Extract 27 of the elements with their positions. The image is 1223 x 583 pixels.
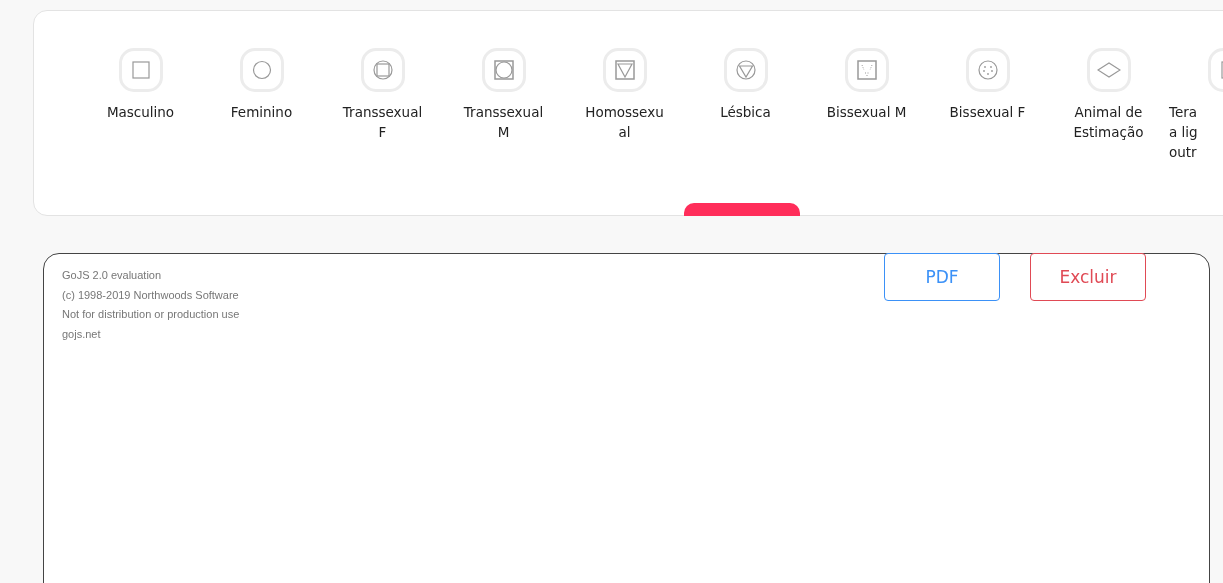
palette-label: Feminino (230, 103, 293, 122)
palette-label: Homossexu al (585, 103, 664, 142)
palette-label: Tera a lig outr (1169, 103, 1198, 162)
shape-icon[interactable] (723, 48, 768, 92)
palette-label: Lésbica (720, 103, 771, 122)
palette-label: Animal de Estimação (1073, 103, 1144, 142)
palette-label: Transsexual M (463, 103, 544, 142)
evaluation-notice: GoJS 2.0 evaluation (62, 268, 162, 283)
evaluation-notice: Not for distribution or production use (62, 307, 240, 322)
shape-icon[interactable] (360, 48, 405, 92)
evaluation-notice: gojs.net (62, 326, 101, 342)
palette-label: Transsexual F (342, 103, 423, 142)
palette-label: Bissexual M (826, 103, 907, 122)
shape-icon[interactable] (965, 48, 1010, 92)
shape-icon[interactable] (844, 48, 889, 92)
diagram-canvas[interactable]: GoJS 2.0 evaluation (c) 1998-2019 Northwoods Software Not for distribution or production use gojs.net PDF Excluir (43, 253, 1210, 583)
shape-icon[interactable] (239, 48, 284, 92)
shape-icon[interactable] (602, 48, 647, 92)
delete-button[interactable]: Excluir (1030, 253, 1146, 301)
shape-icon[interactable] (1086, 48, 1131, 92)
evaluation-notice: (c) 1998-2019 Northwoods Software (62, 287, 239, 303)
palette-label: Masculino (106, 103, 175, 122)
panel-tab[interactable] (684, 203, 800, 216)
pdf-button[interactable]: PDF (884, 253, 1000, 301)
palette-label: Bissexual F (949, 103, 1026, 122)
shape-icon[interactable] (118, 48, 163, 92)
shape-icon[interactable] (481, 48, 526, 92)
